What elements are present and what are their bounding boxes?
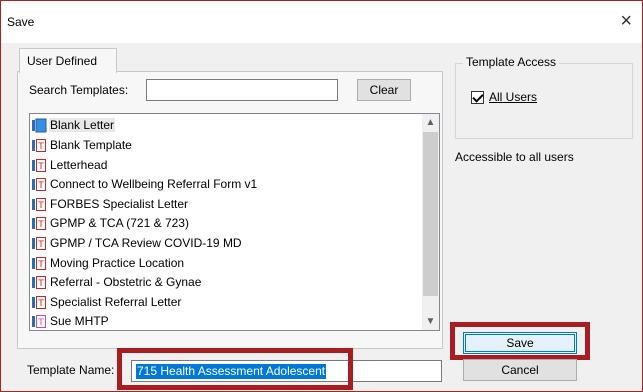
template-list-item-label: Specialist Referral Letter <box>50 294 182 309</box>
template-document-icon: T <box>32 295 47 310</box>
all-users-checkbox[interactable] <box>471 91 484 104</box>
template-list-item-label: Moving Practice Location <box>50 255 185 270</box>
template-list-item-label: Blank Letter <box>49 118 116 133</box>
template-list-item[interactable]: T Letterhead <box>32 155 108 174</box>
template-document-icon: T <box>32 236 47 251</box>
clear-button[interactable]: Clear <box>357 79 411 101</box>
svg-text:T: T <box>37 318 44 328</box>
template-list-item[interactable]: T Moving Practice Location <box>32 253 185 272</box>
svg-text:T: T <box>37 299 44 309</box>
template-list-item-label: Referral - Obstetric & Gynae <box>50 275 202 290</box>
cancel-button[interactable]: Cancel <box>463 359 577 381</box>
svg-text:T: T <box>37 201 44 211</box>
template-list-item[interactable]: T Sue MHTP <box>32 312 110 330</box>
scrollbar[interactable]: ▲ ▼ <box>422 114 439 330</box>
svg-text:T: T <box>37 240 44 250</box>
tab-user-defined[interactable]: User Defined <box>19 48 117 73</box>
template-list-item[interactable]: T GPMP & TCA (721 & 723) <box>32 214 190 233</box>
scroll-thumb[interactable] <box>423 132 438 296</box>
svg-text:T: T <box>37 220 44 230</box>
template-list-item[interactable]: T FORBES Specialist Letter <box>32 194 189 213</box>
template-list-item-label: GPMP & TCA (721 & 723) <box>50 216 189 231</box>
template-list-item[interactable]: T GPMP / TCA Review COVID-19 MD <box>32 234 243 253</box>
mh-template-document-icon: T <box>32 314 47 329</box>
svg-text:T: T <box>37 260 44 270</box>
template-list-item[interactable]: T Blank Template <box>32 136 133 155</box>
all-users-label-text: All Users <box>489 90 538 104</box>
template-list-item[interactable]: T Referral - Obstetric & Gynae <box>32 273 202 292</box>
template-document-icon: T <box>32 216 47 231</box>
letterhead-document-icon: T <box>32 158 47 173</box>
svg-text:T: T <box>37 279 44 289</box>
blue-document-icon <box>32 118 47 133</box>
all-users-label[interactable]: All Users <box>489 90 537 104</box>
scroll-down-arrow-icon[interactable]: ▼ <box>422 313 439 330</box>
svg-text:T: T <box>37 142 44 152</box>
template-list-item-label: FORBES Specialist Letter <box>50 196 189 211</box>
template-list-item-label: Letterhead <box>50 157 108 172</box>
template-list-item-label: Sue MHTP <box>50 314 109 329</box>
search-templates-label: Search Templates: <box>29 83 129 97</box>
template-list-item-label: Blank Template <box>50 137 132 152</box>
svg-text:T: T <box>37 162 44 172</box>
dialog-title: Save <box>7 15 35 29</box>
template-name-label: Template Name: <box>27 363 115 377</box>
template-list-item-label: GPMP / TCA Review COVID-19 MD <box>50 235 242 250</box>
template-list-item[interactable]: Blank Letter <box>32 116 116 135</box>
template-list-item[interactable]: T Connect to Wellbeing Referral Form v1 <box>32 175 258 194</box>
save-button[interactable]: Save <box>463 332 577 354</box>
scroll-up-arrow-icon[interactable]: ▲ <box>422 114 439 131</box>
templates-listbox[interactable]: Blank Letter T Blank Template T Letterhead T C… <box>29 113 440 331</box>
template-name-highlight-box <box>117 348 353 390</box>
access-description: Accessible to all users <box>455 150 574 164</box>
save-dialog: Save × User Defined Search Templates: Cl… <box>0 0 643 392</box>
template-list-item[interactable]: T Specialist Referral Letter <box>32 292 182 311</box>
template-document-icon: T <box>32 275 47 290</box>
template-access-legend: Template Access <box>463 55 560 69</box>
template-document-icon: T <box>32 197 47 212</box>
template-document-icon: T <box>32 177 47 192</box>
template-document-icon: T <box>32 256 47 271</box>
template-list-item-label: Connect to Wellbeing Referral Form v1 <box>50 177 258 192</box>
tab-label: User Defined <box>27 54 98 68</box>
title-bar: Save × <box>1 1 642 43</box>
svg-text:T: T <box>37 181 44 191</box>
search-input[interactable] <box>146 79 338 101</box>
close-icon[interactable]: × <box>620 9 632 33</box>
template-document-icon: T <box>32 138 47 153</box>
